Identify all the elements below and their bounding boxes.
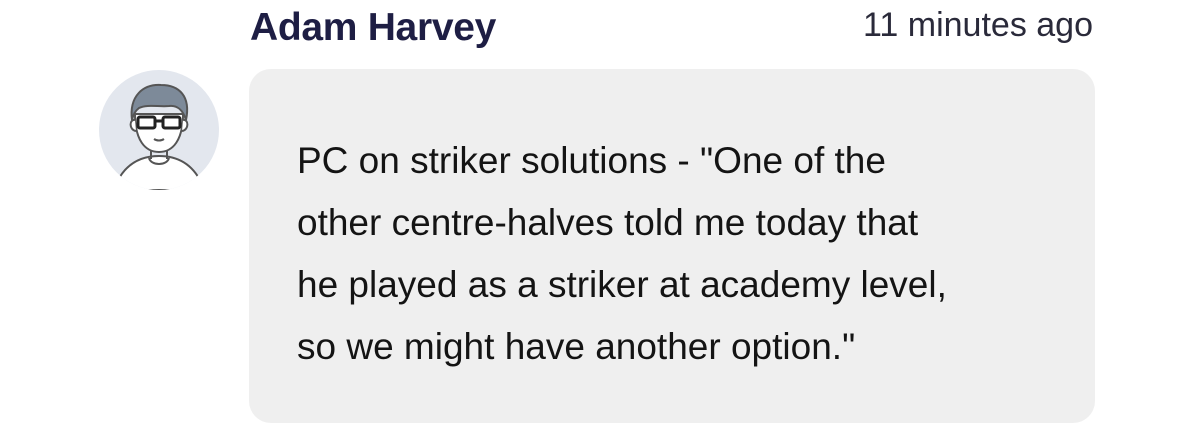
- message-line: other centre-halves told me today that: [297, 202, 919, 243]
- message-line: so we might have another option.": [297, 326, 856, 367]
- user-avatar-glasses-icon: [116, 83, 202, 190]
- comment-timestamp: 11 minutes ago: [863, 6, 1093, 44]
- message-line: he played as a striker at academy level,: [297, 264, 947, 305]
- message-bubble: PC on striker solutions - "One of the ot…: [249, 69, 1095, 423]
- author-name[interactable]: Adam Harvey: [250, 6, 496, 50]
- message-line: PC on striker solutions - "One of the: [297, 140, 886, 181]
- avatar[interactable]: [99, 70, 219, 190]
